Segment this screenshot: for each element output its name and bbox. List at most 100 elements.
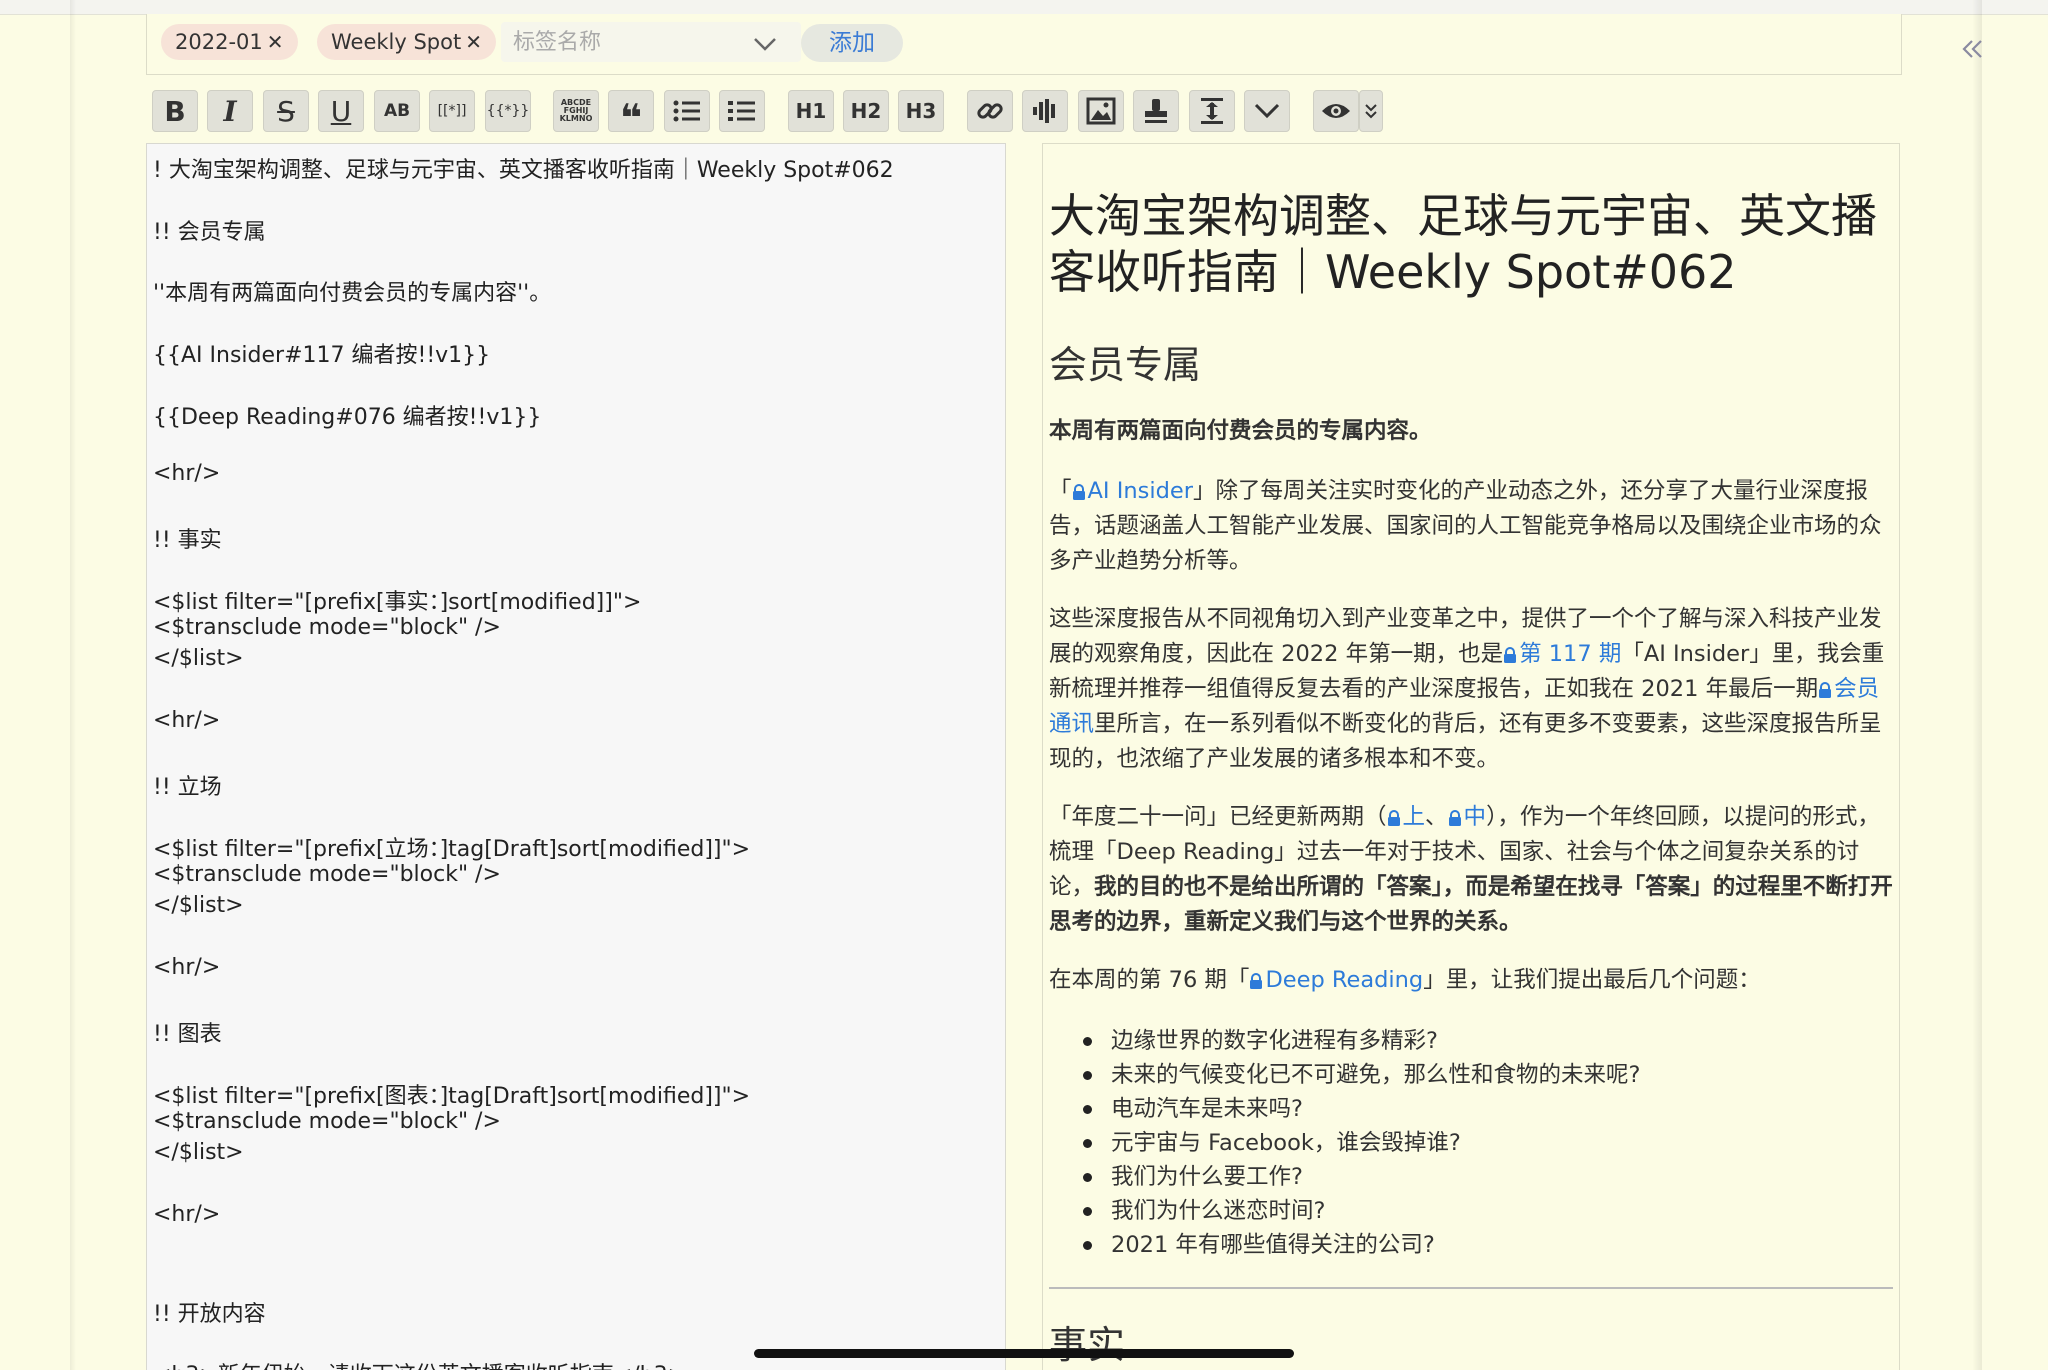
- editor-line: !! 开放内容: [153, 1302, 266, 1327]
- rendered-preview: 大淘宝架构调整、足球与元宇宙、英文播客收听指南｜Weekly Spot#062 …: [1042, 143, 1900, 1370]
- ai-insider-link[interactable]: AI Insider: [1072, 478, 1193, 504]
- double-chevron-down-icon: [1365, 104, 1377, 119]
- lock-icon: [1504, 647, 1517, 663]
- editor-line: <hr/>: [153, 461, 221, 486]
- image-icon: [1086, 97, 1116, 125]
- link-text: 第 117 期: [1519, 641, 1622, 667]
- link-button[interactable]: [967, 90, 1013, 132]
- macro-button[interactable]: [1022, 90, 1068, 132]
- bold-button[interactable]: B: [152, 90, 198, 132]
- quote-button[interactable]: ❝: [608, 90, 654, 140]
- transclude-button[interactable]: {{*}}: [485, 90, 531, 132]
- editor-line: </$list>: [153, 646, 244, 671]
- heading-3-button[interactable]: H3: [898, 90, 944, 132]
- editor-line: !! 会员专属: [153, 220, 266, 245]
- issue-117-link[interactable]: 第 117 期: [1503, 641, 1621, 667]
- lock-icon: [1072, 484, 1085, 500]
- editor-line: ''本周有两篇面向付费会员的专属内容''。: [153, 281, 552, 306]
- tag-pill-2022-01[interactable]: 2022-01 ✕: [161, 24, 298, 60]
- preview-member-intro: 本周有两篇面向付费会员的专属内容。: [1049, 418, 1432, 444]
- list-item: 元宇宙与 Facebook，谁会毁掉谁?: [1083, 1126, 1640, 1160]
- heading-1-button[interactable]: H1: [788, 90, 834, 132]
- chevron-down-icon: [1254, 103, 1280, 119]
- remove-tag-icon[interactable]: ✕: [267, 30, 284, 54]
- editor-line: <hr/>: [153, 708, 221, 733]
- link-text: 中: [1463, 804, 1487, 830]
- right-edge-shadow: [1972, 0, 1982, 1370]
- lock-icon: [1448, 810, 1461, 826]
- link-icon: [977, 103, 1003, 119]
- lock-icon: [1387, 810, 1400, 826]
- editor-line: {{Deep Reading#076 编者按!!v1}}: [153, 405, 542, 430]
- editor-line: !! 事实: [153, 528, 222, 553]
- link-text: 上: [1402, 804, 1426, 830]
- question-list: 边缘世界的数字化进程有多精彩? 未来的气候变化已不可避免，那么性和食物的未来呢?…: [1083, 1024, 1640, 1262]
- editor-line: </$list>: [153, 893, 244, 918]
- tag-label: Weekly Spot: [331, 30, 462, 54]
- excise-icon: [1201, 98, 1223, 124]
- preview-type-dropdown[interactable]: [1359, 90, 1383, 132]
- monospace-button[interactable]: ABCDE FGHIJ KLMNO: [553, 90, 599, 132]
- italic-button[interactable]: I: [207, 90, 253, 132]
- preview-paragraph-21-questions: 「年度二十一问」已经更新两期（ 上、 中），作为一个年终回顾，以提问的形式，梳理「D…: [1049, 800, 1899, 940]
- home-indicator: [754, 1349, 1294, 1358]
- numbered-list-button[interactable]: [719, 90, 765, 132]
- stamp-icon: [1145, 99, 1167, 123]
- numbered-list-icon: [728, 101, 755, 121]
- bullet-list-button[interactable]: [664, 90, 710, 132]
- editor-line: <$list filter="[prefix[立场：]tag[Draft]sor…: [153, 837, 751, 862]
- editor-line: <$list filter="[prefix[事实：]sort[modified…: [153, 590, 642, 615]
- editor-line: !! 立场: [153, 775, 222, 800]
- remove-tag-icon[interactable]: ✕: [465, 30, 482, 54]
- list-item: 边缘世界的数字化进程有多精彩?: [1083, 1024, 1640, 1058]
- editor-line: {{AI Insider#117 编者按!!v1}}: [153, 343, 491, 368]
- tag-label: 2022-01: [175, 30, 263, 54]
- small-caps-button[interactable]: AB: [374, 90, 420, 132]
- editor-line: <h3>新年伊始，请收下这份英文播客收听指南</h3>: [153, 1357, 686, 1370]
- tag-dropdown-chevron-icon[interactable]: [747, 26, 783, 62]
- part-2-link[interactable]: 中: [1448, 804, 1487, 830]
- top-strip: [0, 0, 2048, 15]
- part-1-link[interactable]: 上: [1387, 804, 1426, 830]
- left-edge-shadow: [70, 0, 76, 1370]
- collapse-sidebar-icon[interactable]: [1958, 34, 1988, 64]
- text: 、: [1425, 804, 1448, 830]
- underline-button[interactable]: U: [318, 90, 364, 132]
- list-item: 我们为什么要工作?: [1083, 1160, 1640, 1194]
- add-tag-button[interactable]: 添加: [801, 24, 903, 62]
- stamp-button[interactable]: [1133, 90, 1179, 132]
- editor-line: <hr/>: [153, 1202, 221, 1227]
- tag-pill-weekly-spot[interactable]: Weekly Spot ✕: [317, 24, 496, 60]
- preview-paragraph-reports: 这些深度报告从不同视角切入到产业变革之中，提供了一个个了解与深入科技产业发展的观…: [1049, 602, 1899, 777]
- list-item: 2021 年有哪些值得关注的公司?: [1083, 1228, 1640, 1262]
- link-text: Deep Reading: [1265, 967, 1424, 993]
- editor-line: <$list filter="[prefix[图表：]tag[Draft]sor…: [153, 1084, 751, 1109]
- more-button[interactable]: [1244, 90, 1290, 132]
- text: 里所言，在一系列看似不断变化的背后，还有更多不变要素，这些深度报告所呈现的，也浓…: [1049, 711, 1882, 772]
- bold-text: 我的目的也不是给出所谓的「答案」，而是希望在找寻「答案」的过程里不断打开思考的边…: [1049, 874, 1893, 935]
- lock-icon: [1250, 973, 1263, 989]
- preview-heading-member: 会员专属: [1049, 343, 1202, 387]
- tag-bar: 2022-01✕ Weekly Spot✕ 添加: [146, 14, 1902, 75]
- bullet-list-icon: [673, 100, 700, 122]
- preview-toggle-button[interactable]: [1313, 90, 1359, 132]
- editor-line: </$list>: [153, 1140, 244, 1165]
- wikitext-editor[interactable]: ! 大淘宝架构调整、足球与元宇宙、英文播客收听指南｜Weekly Spot#06…: [146, 143, 1006, 1370]
- text: 「: [1049, 478, 1072, 504]
- strikethrough-button[interactable]: S: [263, 90, 309, 132]
- lock-icon: [1819, 682, 1832, 698]
- list-item: 未来的气候变化已不可避免，那么性和食物的未来呢?: [1083, 1058, 1640, 1092]
- eye-icon: [1322, 104, 1350, 118]
- heading-2-button[interactable]: H2: [843, 90, 889, 132]
- image-button[interactable]: [1078, 90, 1124, 132]
- divider: [1049, 1287, 1893, 1289]
- macro-icon: [1033, 99, 1055, 123]
- excise-button[interactable]: [1189, 90, 1235, 132]
- editor-line: !! 图表: [153, 1022, 222, 1047]
- link-text: AI Insider: [1087, 478, 1193, 504]
- preview-title: 大淘宝架构调整、足球与元宇宙、英文播客收听指南｜Weekly Spot#062: [1049, 189, 1877, 299]
- editor-line: <$transclude mode="block" />: [153, 615, 501, 640]
- wikilink-button[interactable]: [[*]]: [429, 90, 475, 132]
- deep-reading-link[interactable]: Deep Reading: [1249, 967, 1423, 993]
- preview-heading-facts: 事实: [1049, 1323, 1126, 1367]
